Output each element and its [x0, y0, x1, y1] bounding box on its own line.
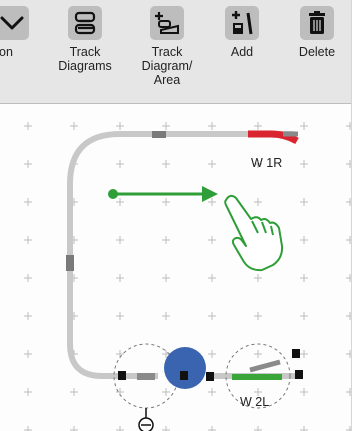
toolbar-item-partial[interactable]: on	[0, 6, 42, 59]
track-end-marker	[206, 372, 214, 381]
selected-track-node[interactable]	[164, 347, 206, 389]
track-diagram-area-label: Track Diagram/ Area	[141, 45, 193, 87]
track-end-marker	[295, 370, 303, 379]
grid-mark	[162, 236, 170, 244]
grid-mark	[208, 160, 216, 168]
track-diagram-area-icon	[150, 6, 184, 40]
grid-mark	[208, 388, 216, 396]
track-block	[152, 131, 166, 138]
grid-mark	[208, 236, 216, 244]
grid-mark	[208, 274, 216, 282]
grid-mark	[24, 388, 32, 396]
grid-mark	[24, 274, 32, 282]
grid-mark	[208, 122, 216, 130]
toolbar: on Track Diagrams Track Diagram/ Area Ad…	[0, 0, 351, 104]
grid-mark	[208, 350, 216, 358]
grid-mark	[300, 388, 308, 396]
grid-mark	[116, 426, 124, 431]
toolbar-item-partial-label: on	[0, 45, 13, 59]
grid-mark	[116, 312, 124, 320]
track-end-marker	[292, 349, 300, 358]
track-diagram-area-button[interactable]: Track Diagram/ Area	[137, 6, 197, 87]
grid-mark	[300, 236, 308, 244]
turnout-w1r-label: W 1R	[251, 156, 283, 170]
grid-mark	[24, 198, 32, 206]
grid-mark	[24, 160, 32, 168]
grid-mark	[162, 160, 170, 168]
grid-mark	[116, 122, 124, 130]
grid-mark	[116, 160, 124, 168]
grid-mark	[254, 350, 262, 358]
track-diagrams-label: Track Diagrams	[58, 45, 112, 73]
grid-mark	[254, 312, 262, 320]
turnout-w2l-label: W 2L	[240, 395, 270, 409]
grid-mark	[24, 312, 32, 320]
grid-mark	[254, 426, 262, 431]
grid-mark	[116, 274, 124, 282]
track-diagrams-button[interactable]: Track Diagrams	[55, 6, 115, 73]
grid-mark	[300, 350, 308, 358]
grid-mark	[208, 198, 216, 206]
delete-label: Delete	[298, 45, 336, 59]
track-diagram-svg	[24, 122, 351, 431]
grid-mark	[24, 122, 32, 130]
grid-mark	[70, 122, 78, 130]
grid-mark	[116, 236, 124, 244]
delete-icon	[300, 6, 334, 40]
grid-mark	[24, 236, 32, 244]
grid-mark	[162, 198, 170, 206]
turnout-w2l-branch	[249, 359, 281, 373]
grid-mark	[162, 426, 170, 431]
grid-mark	[254, 274, 262, 282]
grid-mark	[70, 426, 78, 431]
grid-mark	[300, 198, 308, 206]
grid-mark	[162, 312, 170, 320]
delete-button[interactable]: Delete	[287, 6, 347, 59]
grid-mark	[254, 198, 262, 206]
track-end-marker	[180, 371, 188, 380]
grid-mark	[300, 274, 308, 282]
grid-mark	[24, 426, 32, 431]
add-button[interactable]: Add	[212, 6, 272, 59]
add-icon	[225, 6, 259, 40]
app-frame: on Track Diagrams Track Diagram/ Area Ad…	[0, 0, 362, 431]
grid-mark	[162, 122, 170, 130]
tap-gesture-hand-icon	[224, 194, 284, 272]
grid-mark	[300, 426, 308, 431]
add-label: Add	[230, 45, 254, 59]
chevron-down-icon	[0, 6, 29, 40]
track-end-marker	[118, 371, 126, 380]
grid-mark	[162, 274, 170, 282]
grid-mark	[300, 122, 308, 130]
grid-mark	[300, 160, 308, 168]
grid-mark	[208, 426, 216, 431]
grid-mark	[162, 388, 170, 396]
track-block	[66, 255, 74, 271]
grid-mark	[24, 350, 32, 358]
grid-mark	[116, 198, 124, 206]
track-diagrams-icon	[68, 6, 102, 40]
grid-mark	[70, 388, 78, 396]
track-diagram-canvas[interactable]: W 1R W 2L	[0, 104, 351, 431]
track-block	[137, 373, 155, 380]
grid-mark	[208, 312, 216, 320]
grid-mark	[254, 122, 262, 130]
vertical-scrollbar[interactable]	[351, 0, 362, 431]
grid-mark	[300, 312, 308, 320]
